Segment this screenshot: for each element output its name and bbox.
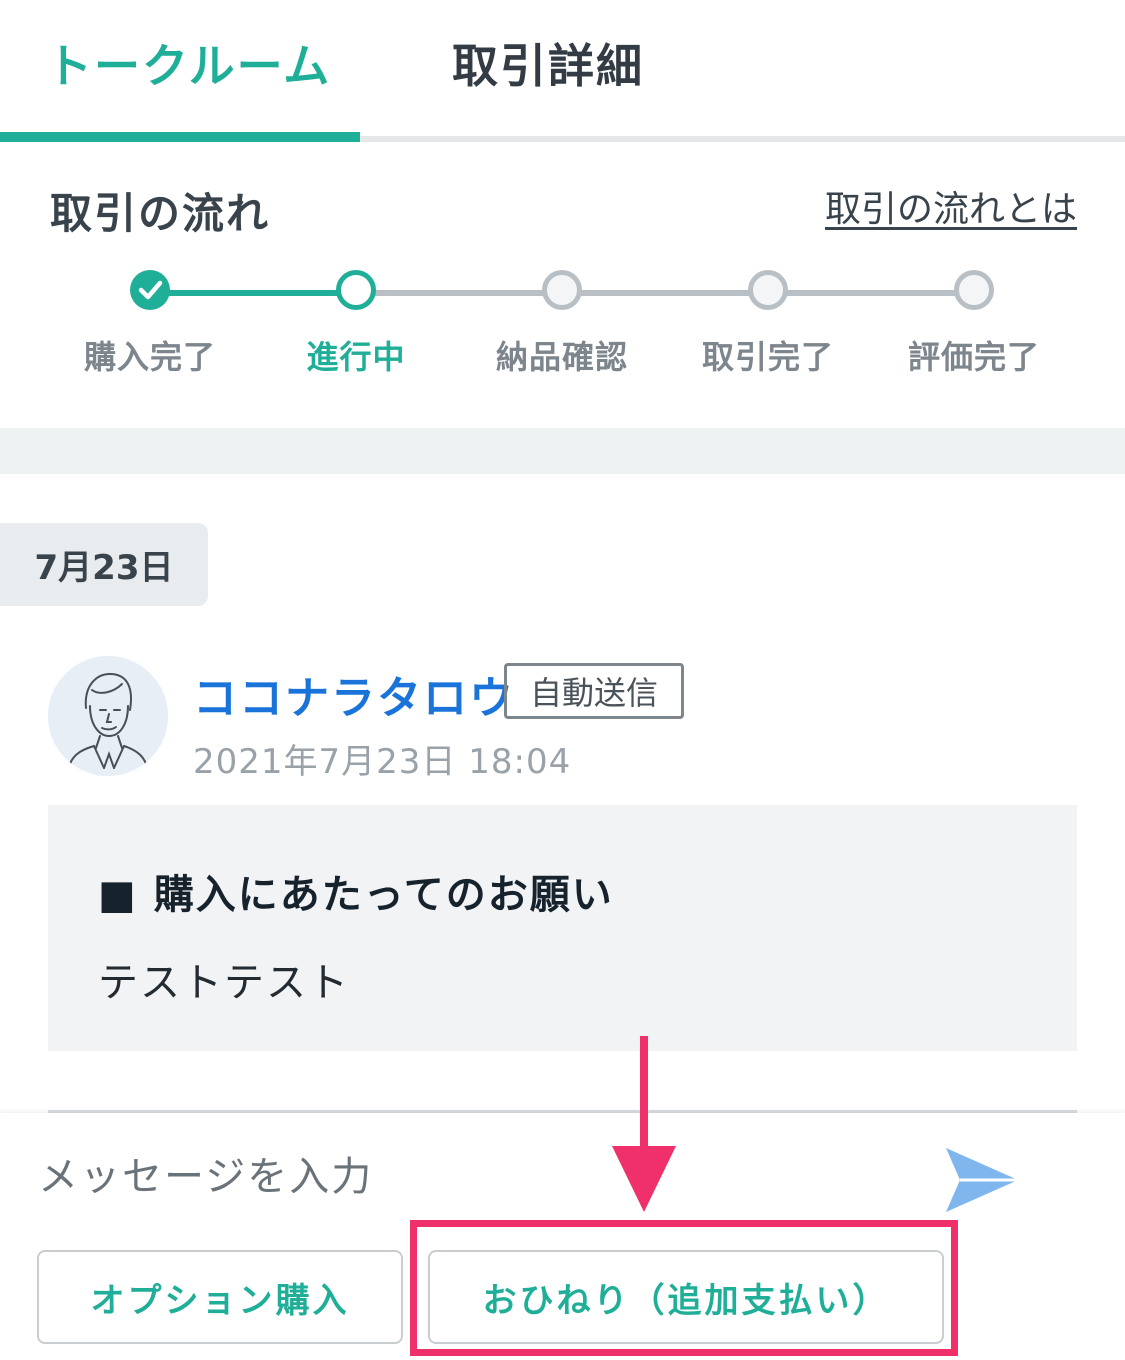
send-icon [946,1148,1018,1212]
avatar[interactable] [48,656,168,776]
message-bubble [48,805,1077,1051]
step-in-progress [336,270,376,310]
message-input[interactable] [36,1140,920,1214]
date-chip: 7月23日 [0,523,208,606]
section-separator [0,428,1125,474]
step-label: 購入完了 [83,338,216,376]
step-label: 納品確認 [495,338,628,376]
tab-transaction-details[interactable]: 取引詳細 [452,30,644,96]
active-tab-indicator [0,132,360,142]
step-purchase-complete [130,270,170,310]
user-illustration-icon [48,656,168,776]
step-delivery-confirm [542,270,582,310]
flow-help-link[interactable]: 取引の流れとは [825,180,1077,232]
message-timestamp: 2021年7月23日 18:04 [193,742,572,782]
auto-send-badge: 自動送信 [504,663,684,719]
step-review-complete [954,270,994,310]
message-heading: ■ 購入にあたってのお願い [98,872,614,918]
send-button[interactable] [940,1142,1022,1218]
step-transaction-complete [748,270,788,310]
sender-name[interactable]: ココナラタロウ [193,662,515,726]
step-connector [768,290,974,296]
step-label: 評価完了 [907,338,1040,376]
option-purchase-button[interactable]: オプション購入 [37,1250,403,1344]
tip-payment-button[interactable]: おひねり（追加支払い） [428,1250,944,1344]
step-connector [150,290,356,296]
flow-title: 取引の流れ [50,189,271,238]
step-label: 進行中 [306,338,406,376]
message-body: テストテスト [98,960,350,1006]
tab-talk-room[interactable]: トークルーム [46,30,331,96]
check-icon [138,280,163,300]
step-label: 取引完了 [701,338,834,376]
